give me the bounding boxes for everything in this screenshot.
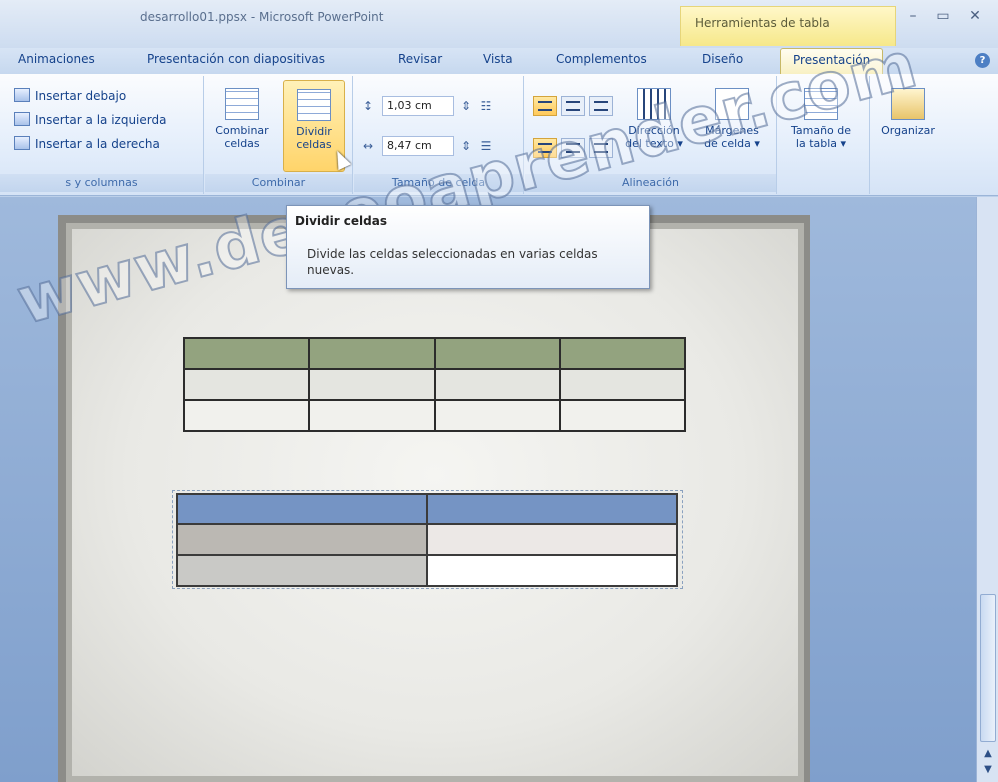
insert-right-button[interactable]: Insertar a la derecha [14, 134, 160, 154]
table-cell[interactable] [426, 523, 678, 556]
close-button[interactable]: ✕ [962, 6, 988, 26]
distribute-rows-icon[interactable]: ☷ [478, 98, 494, 114]
tab-diseno[interactable]: Diseño [702, 52, 743, 66]
table-cell[interactable] [433, 399, 561, 432]
split-cells-tooltip: Dividir celdas Divide las celdas selecci… [286, 205, 650, 289]
cell-height-input[interactable]: 1,03 cm [382, 96, 454, 116]
table-cell[interactable] [433, 368, 561, 401]
table-blue[interactable] [176, 493, 678, 587]
split-cells-icon [297, 89, 331, 121]
tab-complementos[interactable]: Complementos [556, 52, 647, 66]
help-icon[interactable]: ? [975, 53, 990, 68]
tab-animaciones[interactable]: Animaciones [18, 52, 95, 66]
column-width-icon: ↔ [362, 139, 374, 153]
vertical-scrollbar[interactable]: ▲ ▼ [976, 197, 998, 782]
row-height-icon: ↕ [362, 99, 374, 113]
table-cell[interactable] [308, 337, 436, 370]
table-cell[interactable] [182, 368, 311, 401]
contextual-tools-label: Herramientas de tabla [695, 16, 830, 30]
merge-cells-icon [225, 88, 259, 120]
prev-slide-icon[interactable]: ▲ [979, 747, 997, 761]
title-bar: desarrollo01.ppsx - Microsoft PowerPoint… [0, 0, 998, 48]
table-cell[interactable] [176, 554, 428, 587]
merge-cells-button[interactable]: Combinar celdas [211, 80, 273, 172]
table-cell[interactable] [558, 368, 687, 401]
table-cell[interactable] [182, 399, 311, 432]
insert-left-button[interactable]: Insertar a la izquierda [14, 110, 166, 130]
insert-right-icon [14, 136, 30, 150]
group-label-rows-columns: s y columnas [0, 174, 203, 192]
table-cell[interactable] [426, 554, 678, 587]
table-cell[interactable] [433, 337, 561, 370]
insert-below-icon [14, 88, 30, 102]
tooltip-body: Divide las celdas seleccionadas en varia… [307, 247, 598, 277]
tab-vista[interactable]: Vista [483, 52, 513, 66]
align-center-icon[interactable] [561, 96, 585, 116]
table-cell[interactable] [182, 337, 311, 370]
table-cell[interactable] [176, 493, 428, 525]
tab-presentacion-diapositivas[interactable]: Presentación con diapositivas [147, 52, 325, 66]
table-cell[interactable] [308, 368, 436, 401]
align-left-icon[interactable] [533, 96, 557, 116]
table-cell[interactable] [176, 523, 428, 556]
minimize-button[interactable]: – [900, 6, 926, 26]
group-rows-columns: Insertar debajo Insertar a la izquierda … [0, 76, 204, 194]
next-slide-icon[interactable]: ▼ [979, 763, 997, 777]
window-title: desarrollo01.ppsx - Microsoft PowerPoint [140, 10, 384, 24]
tab-revisar[interactable]: Revisar [398, 52, 442, 66]
tooltip-title: Dividir celdas [295, 214, 388, 228]
table-green[interactable] [182, 337, 687, 432]
height-spinner-icon[interactable]: ⇕ [458, 98, 474, 114]
table-cell[interactable] [558, 337, 687, 370]
insert-left-icon [14, 112, 30, 126]
group-merge: Combinar celdas Dividir celdas Combinar [205, 76, 353, 194]
scrollbar-thumb[interactable] [980, 594, 996, 742]
table-cell[interactable] [558, 399, 687, 432]
table-cell[interactable] [426, 493, 678, 525]
restore-button[interactable]: ▭ [930, 6, 956, 26]
table-cell[interactable] [308, 399, 436, 432]
insert-below-button[interactable]: Insertar debajo [14, 86, 126, 106]
